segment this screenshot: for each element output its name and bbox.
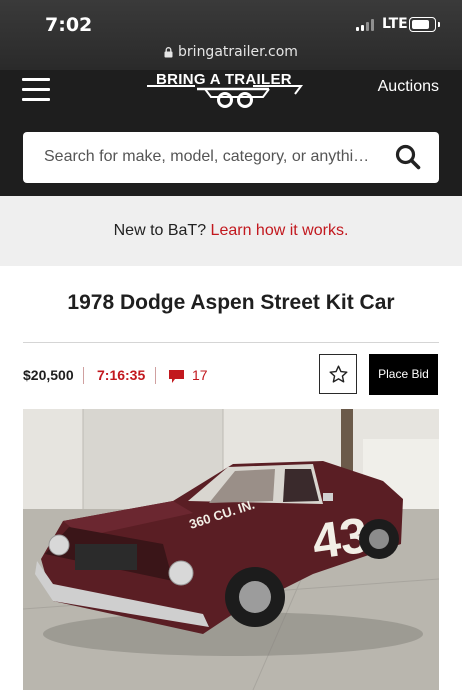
time-remaining: 7:16:35	[97, 367, 146, 383]
search-icon[interactable]	[395, 144, 421, 170]
listing-title: 1978 Dodge Aspen Street Kit Car	[67, 291, 395, 314]
watch-button[interactable]	[319, 354, 357, 394]
address-bar[interactable]: bringatrailer.com	[0, 44, 462, 60]
star-icon	[329, 365, 348, 383]
network-label: LTE	[382, 16, 408, 32]
auctions-link[interactable]: Auctions	[378, 78, 439, 96]
car-photo: 360 CU. IN. 43	[23, 409, 439, 690]
svg-text:BRING A TRAILER: BRING A TRAILER	[156, 71, 292, 88]
signal-strength-icon	[356, 19, 376, 31]
separator	[155, 367, 156, 384]
menu-icon[interactable]	[22, 78, 50, 102]
new-user-banner: New to BaT? Learn how it works.	[0, 196, 462, 266]
separator	[83, 367, 84, 384]
comment-count[interactable]: 17	[192, 367, 208, 383]
banner-text: New to BaT?	[113, 222, 207, 239]
divider	[23, 342, 439, 343]
url-text: bringatrailer.com	[178, 44, 298, 60]
lock-icon	[164, 46, 173, 57]
bring-a-trailer-logo[interactable]: BRING A TRAILER	[145, 70, 303, 110]
clock: 7:02	[45, 14, 93, 36]
status-bar: 7:02 LTE bringatrailer.com	[0, 0, 462, 70]
comment-icon[interactable]	[169, 370, 184, 383]
battery-icon	[409, 17, 440, 32]
site-header: BRING A TRAILER Auctions Search for make…	[0, 70, 462, 196]
search-input[interactable]: Search for make, model, category, or any…	[23, 132, 439, 183]
search-placeholder: Search for make, model, category, or any…	[44, 148, 370, 165]
learn-how-it-works-link[interactable]: Learn how it works.	[211, 222, 349, 239]
current-bid: $20,500	[23, 367, 74, 383]
listing-photo[interactable]: 360 CU. IN. 43	[23, 409, 439, 690]
place-bid-button[interactable]: Place Bid	[369, 354, 438, 395]
